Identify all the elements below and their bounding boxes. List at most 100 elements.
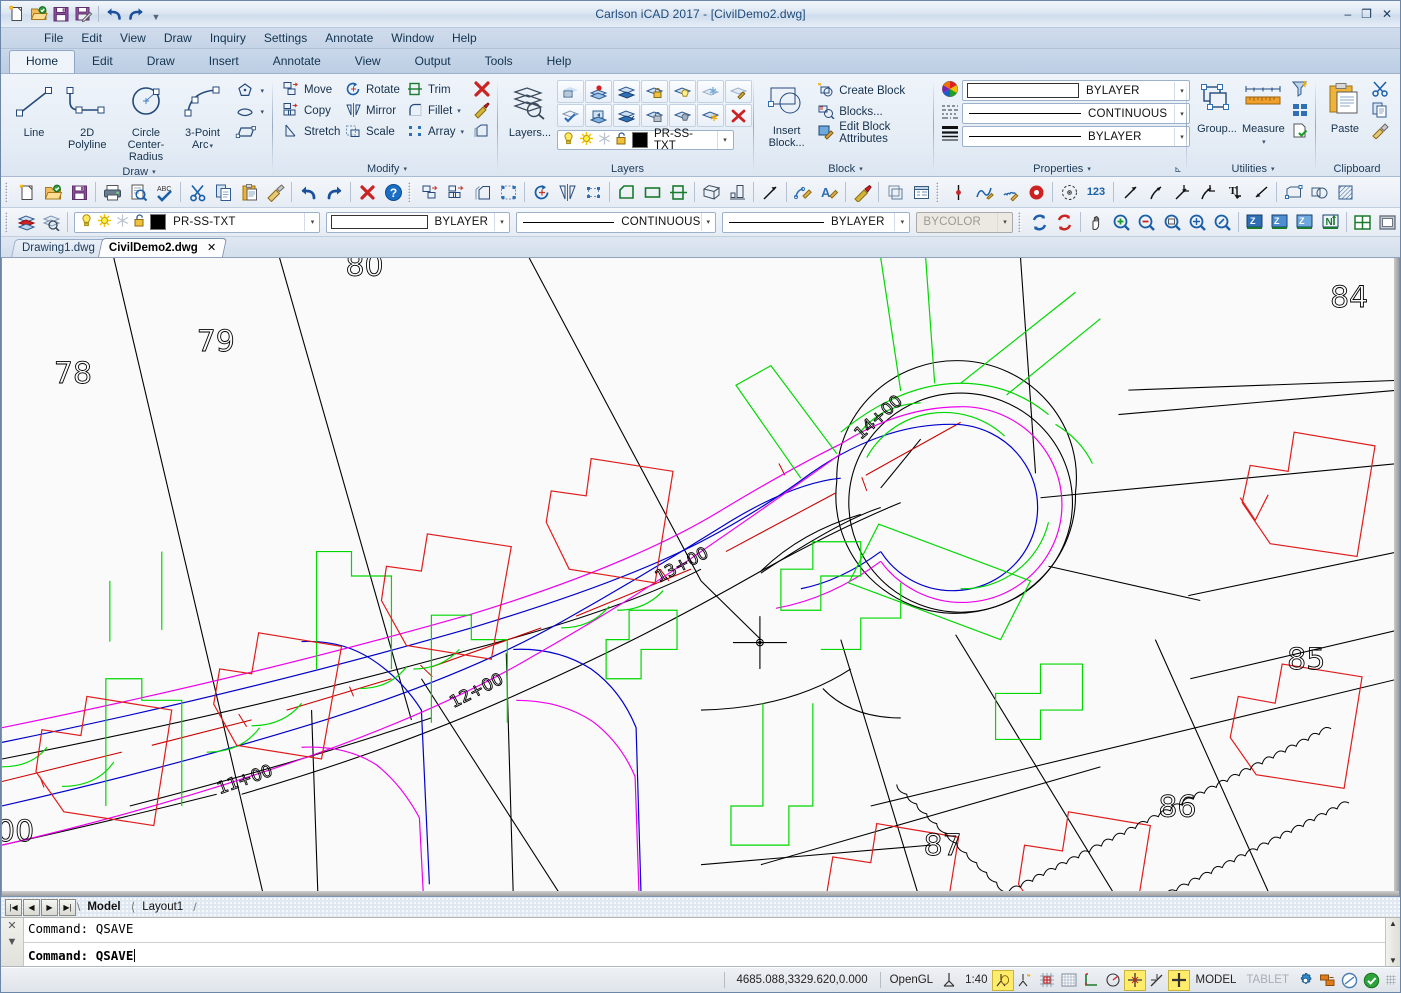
cut-button[interactable]	[1367, 80, 1395, 100]
layers-button[interactable]: Layers...	[505, 81, 555, 142]
command-scrollbar[interactable]: ▲ ▼	[1385, 918, 1400, 966]
erase-button[interactable]	[469, 80, 497, 100]
stretch-button[interactable]: Stretch	[280, 122, 342, 142]
match-properties-button[interactable]	[1367, 122, 1395, 142]
named-view-icon[interactable]: Z	[1242, 209, 1267, 235]
snowflake-icon[interactable]	[115, 213, 130, 231]
three-point-arc-button[interactable]: 3-Point Arc▾	[176, 79, 228, 156]
first-tab-button[interactable]: |◀	[5, 899, 22, 916]
save-icon[interactable]	[51, 4, 71, 24]
annotation-visibility-icon[interactable]	[992, 970, 1014, 991]
erase-icon[interactable]	[354, 179, 380, 205]
status-ok-icon[interactable]	[1360, 970, 1382, 991]
annotation-scale-value[interactable]: 1:40	[960, 974, 992, 986]
rectangle-tb-icon[interactable]	[639, 179, 665, 205]
last-tab-button[interactable]: ▶|	[59, 899, 76, 916]
purge-button[interactable]	[1287, 80, 1315, 100]
current-layer-combo[interactable]: PR-SS-TXT ▾	[557, 130, 734, 150]
boundary-icon[interactable]	[1306, 179, 1332, 205]
attributes-icon[interactable]	[908, 179, 934, 205]
edit-block-attributes-button[interactable]: Edit Block Attributes	[814, 123, 930, 143]
dim-linear-icon[interactable]	[1143, 179, 1169, 205]
workspace-icon[interactable]	[1316, 970, 1338, 991]
chevron-down-icon[interactable]: ▾	[701, 213, 715, 231]
layer-off-icon[interactable]	[669, 104, 696, 127]
lineweight-combo[interactable]: BYLAYER ▾	[962, 126, 1190, 147]
circle-center-radius-button[interactable]: Circle Center-Radius	[115, 79, 176, 166]
tab-edit[interactable]: Edit	[75, 50, 130, 73]
3dbox-icon[interactable]	[698, 179, 724, 205]
array-button[interactable]: Array ▾	[404, 122, 466, 142]
tab-output[interactable]: Output	[398, 50, 468, 73]
tab-draw[interactable]: Draw	[130, 50, 192, 73]
redraw-icon[interactable]	[1027, 209, 1052, 235]
edit-text-icon[interactable]: A	[816, 179, 842, 205]
next-tab-button[interactable]: ▶	[41, 899, 58, 916]
redo-icon[interactable]	[321, 179, 347, 205]
offset-button[interactable]	[469, 122, 497, 142]
explode-button[interactable]	[469, 101, 497, 121]
menu-window[interactable]: Window	[382, 29, 443, 47]
object-color-combo[interactable]: BYLAYER ▾	[962, 80, 1190, 101]
drawing-canvas[interactable]: 78 79 80 84 85 86 87 00 11+00 12+00 13+0…	[1, 258, 1400, 897]
menu-draw[interactable]: Draw	[155, 29, 201, 47]
cut-icon[interactable]	[184, 179, 210, 205]
open-file-icon[interactable]	[40, 179, 66, 205]
settings-gear-icon[interactable]	[1294, 970, 1316, 991]
new-file-icon[interactable]	[7, 4, 27, 24]
polygon-caret[interactable]: ▾	[260, 87, 264, 95]
toolbar-grip[interactable]	[5, 212, 12, 232]
lightbulb-on-icon[interactable]	[561, 131, 576, 149]
undo-icon[interactable]	[104, 4, 124, 24]
polyline-button[interactable]: 2D Polyline	[59, 79, 115, 154]
explode-tb-icon[interactable]	[849, 179, 875, 205]
command-input[interactable]: Command: QSAVE	[24, 943, 1385, 967]
layer-set-icon[interactable]	[557, 104, 584, 127]
polygon-button[interactable]: ▾	[232, 81, 269, 101]
dim-aligned-icon[interactable]	[1117, 179, 1143, 205]
tab-model[interactable]: Model	[80, 900, 130, 914]
scroll-up-arrow[interactable]: ▲	[1389, 919, 1397, 928]
layer-merge-icon[interactable]	[613, 80, 640, 103]
point-icon[interactable]	[945, 179, 971, 205]
padlock-open-icon[interactable]	[133, 213, 147, 231]
zoom-previous-icon[interactable]	[1210, 209, 1235, 235]
vertical-scrollbar[interactable]	[1394, 258, 1399, 896]
close-button[interactable]: ✕	[1382, 8, 1392, 20]
menu-help[interactable]: Help	[443, 29, 486, 47]
edit-polyline-icon[interactable]	[790, 179, 816, 205]
insert-block-button[interactable]: Insert Block...	[761, 81, 812, 152]
horizontal-scrollbar[interactable]	[2, 891, 1399, 896]
tab-home[interactable]: Home	[9, 50, 75, 73]
regen-icon[interactable]	[1052, 209, 1077, 235]
menu-inquiry[interactable]: Inquiry	[201, 29, 255, 47]
sun-freeze-icon[interactable]	[97, 213, 112, 231]
chevron-down-icon[interactable]: ▾	[494, 213, 509, 231]
drawing-viewport[interactable]: 78 79 80 84 85 86 87 00 11+00 12+00 13+0…	[2, 258, 1399, 896]
polar-icon[interactable]	[1102, 970, 1124, 991]
layer-delete-icon[interactable]	[725, 104, 752, 127]
paste-button[interactable]: Paste	[1323, 79, 1367, 138]
dim-radius-icon[interactable]	[1195, 179, 1221, 205]
ortho-icon[interactable]	[1080, 970, 1102, 991]
linetype-combo[interactable]: CONTINUOUS ▾	[962, 103, 1190, 124]
hatch-icon[interactable]	[1332, 179, 1358, 205]
resize-grip[interactable]	[1386, 975, 1396, 985]
view-north-icon[interactable]: N	[1318, 209, 1343, 235]
toolbar-grip[interactable]	[408, 182, 415, 202]
clean-screen-icon[interactable]	[1338, 970, 1360, 991]
dim-leader-icon[interactable]: T	[1221, 179, 1247, 205]
revcloud-icon[interactable]	[997, 179, 1023, 205]
grid-icon[interactable]	[1058, 970, 1080, 991]
single-viewport-icon[interactable]	[1375, 209, 1400, 235]
donut-icon[interactable]	[1023, 179, 1049, 205]
tab-insert[interactable]: Insert	[192, 50, 256, 73]
chevron-down-icon[interactable]: ▾	[894, 213, 909, 231]
undo-icon[interactable]	[295, 179, 321, 205]
new-file-icon[interactable]	[14, 179, 40, 205]
color-combo[interactable]: BYLAYER ▾	[326, 212, 510, 233]
close-icon[interactable]: ✕	[207, 241, 216, 254]
view-back-icon[interactable]: Z	[1267, 209, 1292, 235]
scroll-down-arrow[interactable]: ▼	[1389, 956, 1397, 965]
audit-button[interactable]	[1287, 122, 1315, 142]
